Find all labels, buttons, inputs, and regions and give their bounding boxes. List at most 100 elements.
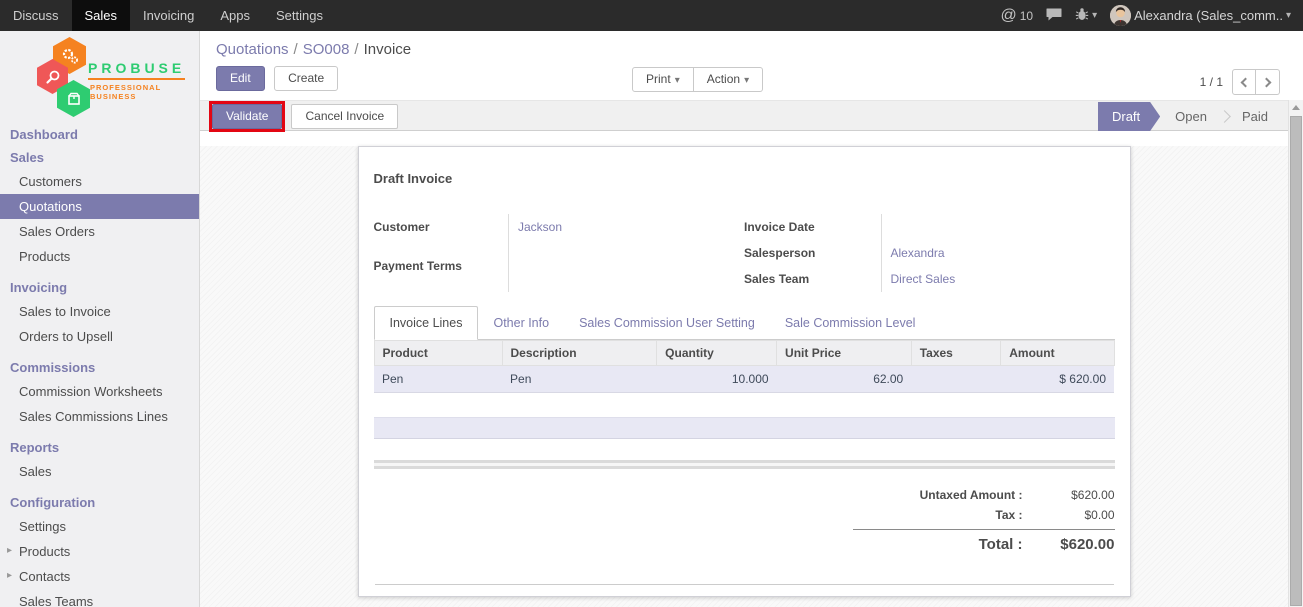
breadcrumb-separator: / (294, 41, 298, 58)
empty-line-row[interactable] (374, 417, 1115, 439)
field-group-right: Invoice Date Salesperson Alexandra Sales… (744, 214, 1115, 292)
tab-other-info[interactable]: Other Info (478, 307, 564, 339)
mention-count: 10 (1020, 1, 1033, 32)
sidebar-item-settings[interactable]: Settings (0, 514, 199, 539)
caret-down-icon: ▾ (744, 75, 749, 86)
untaxed-amount-label: Untaxed Amount : (853, 488, 1037, 502)
totals-block: Untaxed Amount : $620.00 Tax : $0.00 Tot… (853, 485, 1115, 556)
scrollbar-up-button[interactable] (1289, 100, 1303, 115)
pager-next-button[interactable] (1256, 69, 1280, 95)
status-pipeline: Draft Open Paid (1098, 101, 1283, 132)
customer-value-link[interactable]: Jackson (509, 214, 745, 253)
validate-button[interactable]: Validate (212, 104, 282, 129)
column-header-description: Description (502, 341, 657, 366)
column-header-product: Product (374, 341, 502, 366)
sidebar-item-sales-teams[interactable]: Sales Teams (0, 589, 199, 607)
breadcrumb-quotations[interactable]: Quotations (216, 41, 289, 58)
breadcrumb-separator: / (354, 41, 358, 58)
sidebar-item-config-products[interactable]: ▸ Products (0, 539, 199, 564)
scroll-up-arrow-icon (1292, 105, 1300, 110)
notebook-tabs: Invoice Lines Other Info Sales Commissio… (374, 306, 1115, 340)
tab-invoice-lines[interactable]: Invoice Lines (374, 306, 479, 340)
total-value: $620.00 (1037, 536, 1115, 553)
debug-menu-button[interactable]: ▾ (1075, 7, 1097, 24)
sidebar-item-products[interactable]: Products (0, 244, 199, 269)
nav-item-settings[interactable]: Settings (263, 0, 336, 31)
pager-value: 1 / 1 (1200, 75, 1223, 89)
sidebar-heading-reports[interactable]: Reports (0, 436, 199, 459)
mention-icon: @ (1000, 0, 1016, 31)
caret-down-icon: ▾ (675, 75, 680, 86)
salesperson-value-link[interactable]: Alexandra (881, 240, 1115, 266)
invoice-line-row[interactable]: Pen Pen 10.000 62.00 $ 620.00 (374, 366, 1114, 393)
sidebar-item-customers[interactable]: Customers (0, 169, 199, 194)
horizontal-separator (374, 460, 1115, 469)
nav-item-invoicing[interactable]: Invoicing (130, 0, 207, 31)
invoice-lines-table: Product Description Quantity Unit Price … (374, 340, 1115, 393)
breadcrumb-so008[interactable]: SO008 (303, 41, 350, 58)
sidebar-item-sales-orders[interactable]: Sales Orders (0, 219, 199, 244)
sales-team-label: Sales Team (744, 266, 881, 292)
sidebar-item-reports-sales[interactable]: Sales (0, 459, 199, 484)
record-pager: 1 / 1 (1200, 69, 1280, 95)
messages-button[interactable] (1046, 8, 1062, 24)
invoice-date-value[interactable] (881, 214, 1115, 240)
chevron-right-icon (1261, 77, 1271, 87)
table-header-row: Product Description Quantity Unit Price … (374, 341, 1114, 366)
sidebar-item-commission-worksheets[interactable]: Commission Worksheets (0, 379, 199, 404)
mentions-counter[interactable]: @ 10 (1000, 0, 1033, 32)
sidebar-heading-configuration[interactable]: Configuration (0, 491, 199, 514)
breadcrumb: Quotations/SO008/Invoice (216, 41, 1303, 58)
column-header-taxes: Taxes (911, 341, 1001, 366)
tab-sale-commission-level[interactable]: Sale Commission Level (770, 307, 931, 339)
sidebar: PROBUSE PROFESSIONAL BUSINESS Dashboard … (0, 31, 200, 607)
form-view-background: Draft Invoice Customer Jackson Payment T… (200, 146, 1303, 607)
pager-previous-button[interactable] (1232, 69, 1256, 95)
tax-label: Tax : (853, 508, 1037, 522)
chevron-right-icon: ▸ (7, 545, 12, 556)
column-header-unit-price: Unit Price (777, 341, 912, 366)
status-paid[interactable]: Paid (1227, 102, 1283, 131)
status-draft[interactable]: Draft (1098, 102, 1160, 131)
user-menu[interactable]: Alexandra (Sales_comm.. ▾ (1110, 5, 1291, 26)
statusbar: Validate Cancel Invoice Draft Open Paid (200, 100, 1303, 131)
nav-item-discuss[interactable]: Discuss (0, 0, 72, 31)
total-label: Total : (853, 536, 1037, 553)
invoice-state-title: Draft Invoice (374, 171, 1115, 186)
invoice-date-label: Invoice Date (744, 214, 881, 240)
customer-label: Customer (374, 214, 509, 253)
sidebar-item-config-contacts[interactable]: ▸ Contacts (0, 564, 199, 589)
sidebar-item-sales-commissions-lines[interactable]: Sales Commissions Lines (0, 404, 199, 429)
sidebar-heading-dashboard[interactable]: Dashboard (0, 123, 199, 146)
vertical-scrollbar[interactable] (1288, 100, 1303, 607)
action-dropdown-button[interactable]: Action▾ (694, 67, 763, 92)
sales-team-value-link[interactable]: Direct Sales (881, 266, 1115, 292)
cancel-invoice-button[interactable]: Cancel Invoice (291, 104, 398, 129)
user-avatar (1110, 5, 1131, 26)
nav-item-sales[interactable]: Sales (72, 0, 131, 31)
sidebar-item-quotations[interactable]: Quotations (0, 194, 199, 219)
tab-sales-commission-user-setting[interactable]: Sales Commission User Setting (564, 307, 770, 339)
sidebar-heading-sales[interactable]: Sales (0, 146, 199, 169)
payment-terms-value[interactable] (509, 253, 745, 292)
sidebar-item-label: Products (19, 544, 70, 559)
field-group-left: Customer Jackson Payment Terms (374, 214, 745, 292)
sidebar-item-sales-to-invoice[interactable]: Sales to Invoice (0, 299, 199, 324)
create-button[interactable]: Create (274, 66, 338, 91)
sidebar-heading-commissions[interactable]: Commissions (0, 356, 199, 379)
print-dropdown-button[interactable]: Print▾ (632, 67, 694, 92)
invoice-sheet: Draft Invoice Customer Jackson Payment T… (358, 146, 1131, 597)
chevron-right-icon: ▸ (7, 570, 12, 581)
sidebar-item-orders-to-upsell[interactable]: Orders to Upsell (0, 324, 199, 349)
sidebar-heading-invoicing[interactable]: Invoicing (0, 276, 199, 299)
scrollbar-thumb[interactable] (1290, 116, 1302, 606)
cell-unit-price: 62.00 (777, 366, 912, 393)
nav-item-apps[interactable]: Apps (207, 0, 263, 31)
brand-name: PROBUSE (88, 60, 185, 80)
cell-quantity: 10.000 (657, 366, 777, 393)
company-logo[interactable]: PROBUSE PROFESSIONAL BUSINESS (0, 31, 199, 123)
cell-taxes (911, 366, 1001, 393)
edit-button[interactable]: Edit (216, 66, 265, 91)
status-open[interactable]: Open (1160, 102, 1222, 131)
tax-value: $0.00 (1037, 508, 1115, 522)
